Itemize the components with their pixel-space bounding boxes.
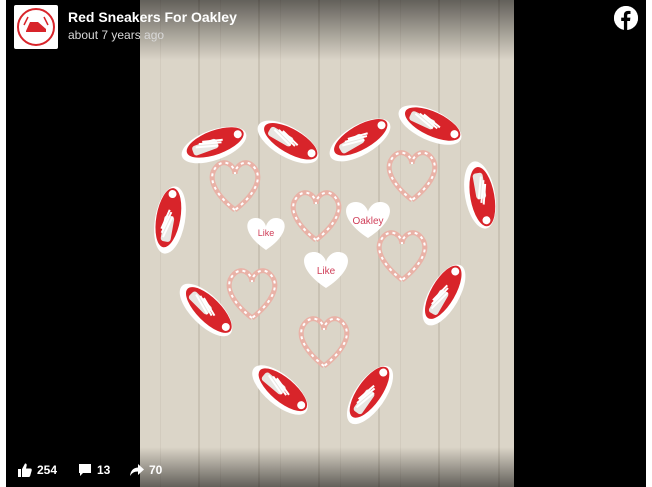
like-count[interactable]: 254 <box>18 462 57 478</box>
paper-heart-label: Like <box>317 266 336 277</box>
video-embed[interactable]: Oakley Like Like Red Sneakers For Oakley… <box>6 0 646 487</box>
comment-icon <box>79 464 91 476</box>
sneaker-heart-image: Oakley Like Like <box>140 0 514 487</box>
paper-heart-label: Like <box>258 228 275 238</box>
share-icon <box>130 464 144 476</box>
post-timestamp[interactable]: about 7 years ago <box>68 28 164 42</box>
red-sneaker-logo-icon <box>17 8 55 46</box>
comment-count[interactable]: 13 <box>78 462 110 478</box>
post-photo[interactable]: Oakley Like Like <box>140 0 514 487</box>
paper-heart-label: Oakley <box>352 216 383 227</box>
like-count-value: 254 <box>37 463 58 477</box>
share-count[interactable]: 70 <box>130 462 162 478</box>
post-header: Red Sneakers For Oakley about 7 years ag… <box>6 0 646 60</box>
like-icon <box>18 463 32 477</box>
share-count-value: 70 <box>149 463 163 477</box>
page-name-link[interactable]: Red Sneakers For Oakley <box>68 9 237 25</box>
page-avatar[interactable] <box>14 5 58 49</box>
comment-count-value: 13 <box>97 463 111 477</box>
facebook-logo-icon[interactable] <box>614 6 638 30</box>
post-footer: 254 13 70 <box>6 447 646 487</box>
